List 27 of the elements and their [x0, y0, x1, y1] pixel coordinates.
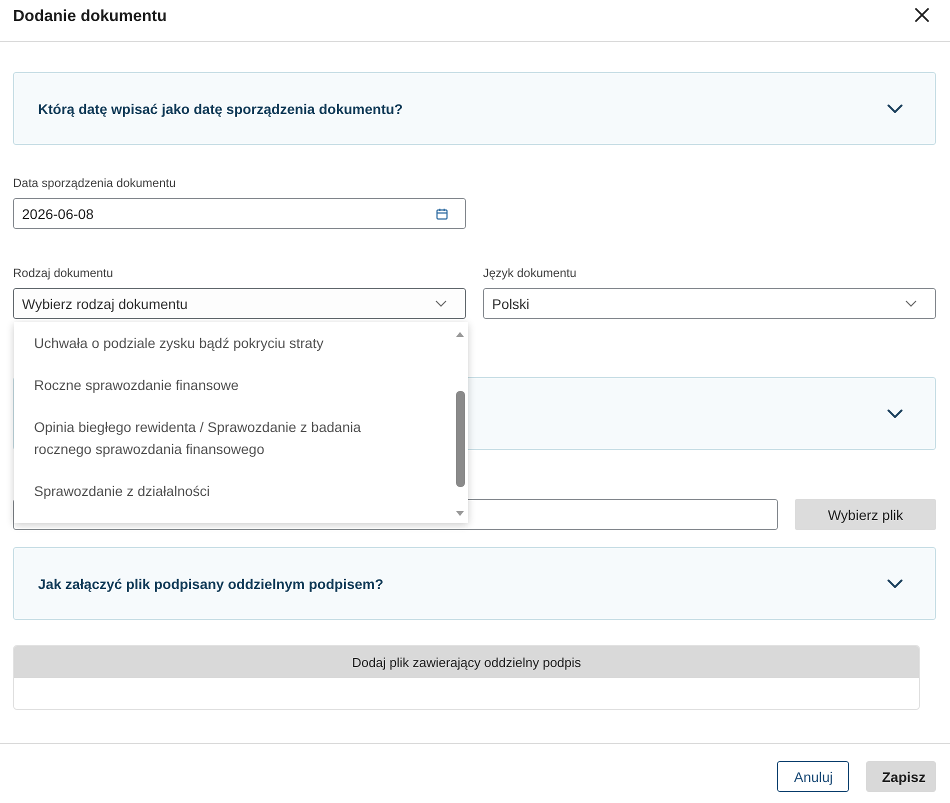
dropdown-option[interactable]: Opinia biegłego rewidenta / Sprawozdanie z badania rocznego sprawozdania finansowego — [14, 406, 468, 470]
cancel-button[interactable]: Anuluj — [777, 761, 849, 792]
dropdown-option[interactable]: Roczne sprawozdanie finansowe — [14, 364, 468, 406]
field-label: Rodzaj dokumentu — [13, 265, 114, 281]
close-icon[interactable] — [915, 8, 929, 22]
help-accordion[interactable]: Jak załączyć plik podpisany oddzielnym podpisem? — [13, 547, 936, 620]
add-signature-file-button[interactable]: Dodaj plik zawierający oddzielny podpis — [14, 646, 919, 678]
date-field[interactable]: 2026-06-08 — [13, 198, 466, 229]
scrollbar-thumb[interactable] — [456, 391, 465, 487]
chevron-down-icon — [887, 578, 903, 588]
calendar-icon[interactable] — [436, 208, 448, 220]
language-select[interactable]: Polski — [483, 288, 936, 319]
dropdown-option[interactable]: Uchwała o podziale zysku bądź pokryciu straty — [14, 322, 468, 364]
chevron-down-icon — [435, 300, 447, 307]
chevron-down-icon — [887, 408, 903, 418]
choose-file-button[interactable]: Wybierz plik — [795, 499, 936, 530]
scroll-down-icon[interactable] — [456, 511, 464, 516]
save-button[interactable]: Zapisz — [866, 761, 936, 792]
dialog-title: Dodanie dokumentu — [13, 7, 167, 27]
dropdown-option[interactable]: Sprawozdanie z działalności — [14, 470, 468, 512]
scroll-up-icon[interactable] — [456, 332, 464, 337]
chevron-down-icon — [905, 300, 917, 307]
chevron-down-icon — [887, 104, 903, 114]
document-type-select[interactable]: Wybierz rodzaj dokumentu — [13, 288, 466, 319]
field-label: Język dokumentu — [483, 265, 576, 281]
help-accordion[interactable]: Którą datę wpisać jako datę sporządzenia dokumentu? — [13, 72, 936, 145]
field-label: Data sporządzenia dokumentu — [13, 175, 176, 191]
